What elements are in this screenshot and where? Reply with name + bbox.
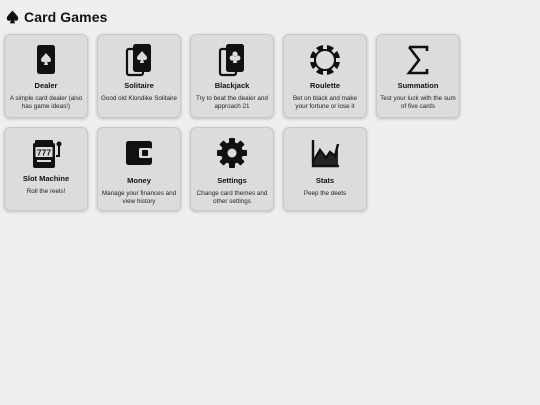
- card-description: Bet on black and make your fortune or lo…: [292, 95, 358, 111]
- card-name: Settings: [217, 176, 247, 185]
- roulette-card[interactable]: Roulette Bet on black and make your fort…: [283, 34, 367, 118]
- dealer-card[interactable]: Dealer A simple card dealer (also has ga…: [4, 34, 88, 118]
- gear-icon: [215, 136, 249, 170]
- game-grid: Dealer A simple card dealer (also has ga…: [4, 34, 460, 211]
- settings-card[interactable]: Settings Change card themes and other se…: [190, 127, 274, 211]
- card-name: Stats: [315, 176, 335, 185]
- card-description: A simple card dealer (also has game idea…: [9, 95, 83, 111]
- spade-icon: [6, 10, 19, 24]
- card-description: Roll the reels!: [26, 188, 66, 195]
- card-description: Manage your finances and view history: [101, 190, 177, 206]
- page-header: Card Games: [6, 8, 107, 26]
- card-description: Test your luck with the sum of five card…: [380, 95, 456, 111]
- slot-machine-card[interactable]: 777 Slot Machine Roll the reels!: [4, 127, 88, 211]
- stacked-club-cards-icon: [215, 43, 249, 77]
- slot-reels-text: 777: [37, 147, 51, 157]
- slot-machine-icon: 777: [29, 136, 63, 170]
- card-name: Blackjack: [214, 81, 250, 90]
- blackjack-card[interactable]: Blackjack Try to beat the dealer and app…: [190, 34, 274, 118]
- spade-card-icon: [29, 43, 63, 77]
- page-title: Card Games: [24, 9, 108, 25]
- wallet-icon: [122, 136, 156, 170]
- card-name: Dealer: [34, 81, 58, 90]
- chart-icon: [308, 136, 342, 170]
- card-name: Slot Machine: [22, 174, 70, 183]
- solitaire-card[interactable]: Solitaire Good old Klondike Solitaire: [97, 34, 181, 118]
- card-description: Peep the deets: [303, 190, 347, 197]
- stats-card[interactable]: Stats Peep the deets: [283, 127, 367, 211]
- sigma-icon: [401, 43, 435, 77]
- roulette-chip-icon: [308, 43, 342, 77]
- card-name: Money: [127, 176, 151, 185]
- card-name: Summation: [397, 81, 439, 90]
- card-name: Solitaire: [124, 81, 154, 90]
- card-name: Roulette: [310, 81, 340, 90]
- summation-card[interactable]: Summation Test your luck with the sum of…: [376, 34, 460, 118]
- card-description: Change card themes and other settings: [196, 190, 268, 206]
- card-description: Good old Klondike Solitaire: [101, 95, 177, 102]
- money-card[interactable]: Money Manage your finances and view hist…: [97, 127, 181, 211]
- card-description: Try to beat the dealer and approach 21: [196, 95, 268, 111]
- stacked-spade-cards-icon: [122, 43, 156, 77]
